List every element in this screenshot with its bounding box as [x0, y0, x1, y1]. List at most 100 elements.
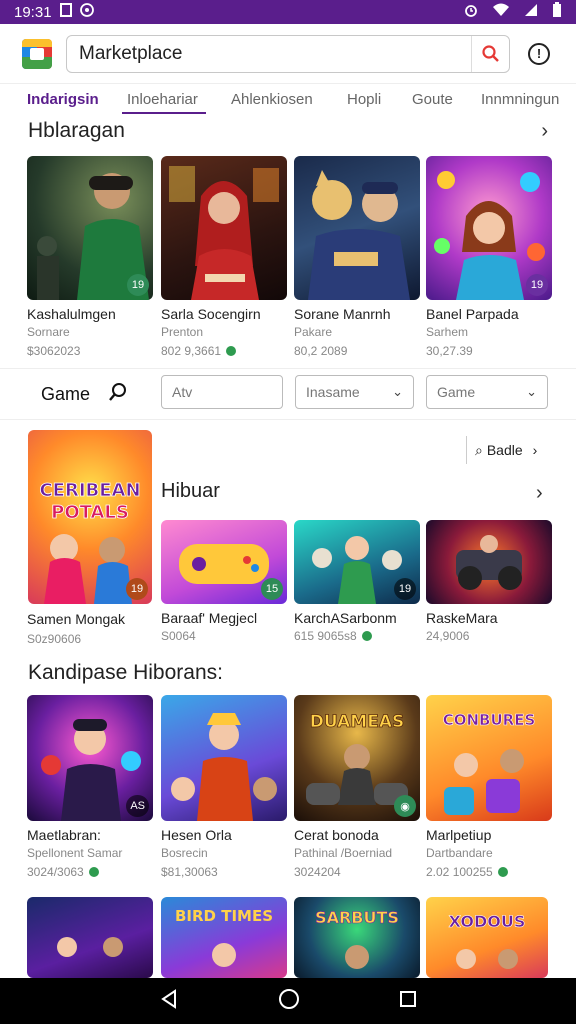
recents-icon[interactable] [399, 990, 417, 1013]
app-price: 80,2 2089 [294, 344, 348, 358]
search-icon [481, 44, 499, 62]
app-thumbnail: DUAMEAS ◉ [294, 695, 420, 821]
category-tabs: Indarigsin Inloehariar Ahlenkiosen Hopli… [0, 84, 576, 114]
app-card[interactable]: Sorane Manrnh Pakare 80,2 2089 [294, 156, 420, 358]
verified-icon [497, 867, 508, 877]
app-subtitle: 615 9065s8 [294, 629, 420, 643]
filter-dropdown-2[interactable]: Inasame ⌄ [295, 375, 414, 409]
app-price: 3024204 [294, 865, 341, 879]
svg-text:BIRD TIMES: BIRD TIMES [175, 907, 273, 925]
app-subtitle: Sarhem [426, 325, 469, 339]
app-card[interactable]: 15 Baraaf' Megjecl S0064 [161, 520, 287, 643]
app-card[interactable]: 19 Kashalulmgen Sornare $3062023 [27, 156, 153, 358]
chevron-right-icon[interactable]: › [541, 120, 548, 143]
verified-icon [361, 631, 372, 641]
section-title: Kandipase Hiborans: [28, 661, 223, 684]
app-subtitle: Dartbandare [426, 846, 493, 860]
app-title: Cerat bonoda [294, 827, 379, 843]
app-title: Maetlabran: [27, 827, 101, 843]
app-price: $81,30063 [161, 865, 218, 879]
app-thumbnail: 15 [161, 520, 287, 604]
status-bar: 19:31 [0, 0, 576, 24]
at-icon [79, 3, 94, 21]
info-icon: ! [536, 46, 542, 61]
tab-5[interactable]: Innmningun [481, 84, 559, 114]
app-title: Hesen Orla [161, 827, 232, 843]
section-title: Hblaragan [28, 119, 125, 142]
verified-icon [226, 346, 237, 356]
app-card[interactable]: RaskeMara 24,9006 [426, 520, 552, 643]
app-card[interactable]: Hesen Orla Bosrecin $81,30063 [161, 695, 287, 879]
app-thumbnail[interactable]: BIRD TIMES [161, 897, 287, 978]
svg-text:SARBUTS: SARBUTS [315, 908, 399, 927]
featured-banner[interactable]: CERIBEAN POTALS 19 [28, 430, 152, 604]
banner-art-text: CONBURES [443, 711, 536, 729]
app-title: Sarla Socengirn [161, 306, 261, 322]
home-icon[interactable] [278, 988, 300, 1015]
banner-art-text: CERIBEAN [39, 480, 140, 501]
banner-art-text-2: POTALS [51, 502, 129, 523]
signal-icon [524, 3, 538, 21]
info-button[interactable]: ! [528, 42, 550, 65]
tab-3[interactable]: Hopli [347, 84, 381, 114]
app-thumbnail[interactable]: XODOUS [426, 897, 548, 978]
tab-2[interactable]: Ahlenkiosen [231, 84, 313, 114]
section-title: Hibuar [161, 480, 220, 502]
app-thumbnail[interactable]: SARBUTS [294, 897, 420, 978]
side-link[interactable]: ⌕ Badle › [466, 436, 537, 464]
app-price: 2.02 100255 [426, 865, 552, 879]
search-bar[interactable]: Marketplace [66, 34, 510, 73]
app-card[interactable]: AS Maetlabran: Spellonent Samar 3024/306… [27, 695, 153, 879]
app-card[interactable]: 19 KarchASarbonm 615 9065s8 [294, 520, 420, 643]
filter-bar: Game Atv Inasame ⌄ Game ⌄ [0, 368, 576, 420]
rating-badge: AS [126, 795, 149, 817]
search-input[interactable]: Marketplace [79, 43, 471, 65]
tab-1[interactable]: Inloehariar [122, 84, 206, 114]
app-title: KarchASarbonm [294, 610, 397, 626]
app-title: Samen Mongak [27, 611, 126, 627]
app-thumbnail[interactable] [27, 897, 153, 978]
app-subtitle: Sornare [27, 325, 70, 339]
featured-card-text: Samen Mongak S0z90606 [27, 604, 153, 646]
app-bar: Marketplace ! [0, 24, 576, 84]
filter-dropdown-3[interactable]: Game ⌄ [426, 375, 548, 409]
filter-field-1[interactable]: Atv [161, 375, 283, 409]
search-button[interactable] [471, 35, 509, 72]
app-thumbnail [161, 695, 287, 821]
app-thumbnail: 19 [294, 520, 420, 604]
chevron-down-icon: ⌄ [392, 384, 403, 399]
section-header-3[interactable]: Kandipase Hiborans: [28, 658, 548, 688]
back-icon[interactable] [159, 988, 179, 1014]
rating-badge: 19 [127, 274, 149, 296]
chevron-right-icon[interactable]: › [536, 482, 543, 505]
app-logo-icon[interactable] [22, 38, 52, 69]
app-card[interactable]: Sarla Socengirn Prenton 802 9,3661 [161, 156, 287, 358]
filter-label: Game [41, 383, 91, 404]
wifi-icon [492, 3, 510, 21]
tab-0[interactable]: Indarigsin [27, 84, 99, 114]
banner-art-text: DUAMEAS [310, 712, 404, 732]
status-time: 19:31 [14, 3, 52, 21]
app-card[interactable]: CONBURES Marlpetiup Dartbandare 2.02 100… [426, 695, 552, 879]
app-title: Baraaf' Megjecl [161, 610, 258, 626]
tab-4[interactable]: Goute [412, 84, 453, 114]
filter-search-icon[interactable] [108, 382, 128, 407]
app-subtitle: S0064 [161, 629, 196, 643]
battery-icon [552, 2, 562, 22]
verified-icon [88, 867, 99, 877]
notification-icon [59, 3, 72, 21]
app-thumbnail: CONBURES [426, 695, 552, 821]
app-card[interactable]: DUAMEAS ◉ Cerat bonoda Pathinal /Boernia… [294, 695, 420, 879]
app-subtitle: Bosrecin [161, 846, 208, 860]
section-header-1[interactable]: Hblaragan › [28, 116, 548, 146]
app-card[interactable]: 19 Banel Parpada Sarhem 30,27.39 [426, 156, 552, 358]
app-price: 802 9,3661 [161, 344, 287, 358]
app-thumbnail: 19 [27, 156, 153, 300]
app-thumbnail: AS [27, 695, 153, 821]
app-subtitle: 24,9006 [426, 629, 470, 643]
system-nav-bar [0, 978, 576, 1024]
alarm-icon [464, 3, 478, 21]
app-title: Banel Parpada [426, 306, 519, 322]
chevron-right-icon: › [532, 442, 538, 458]
app-price: 3024/3063 [27, 865, 153, 879]
